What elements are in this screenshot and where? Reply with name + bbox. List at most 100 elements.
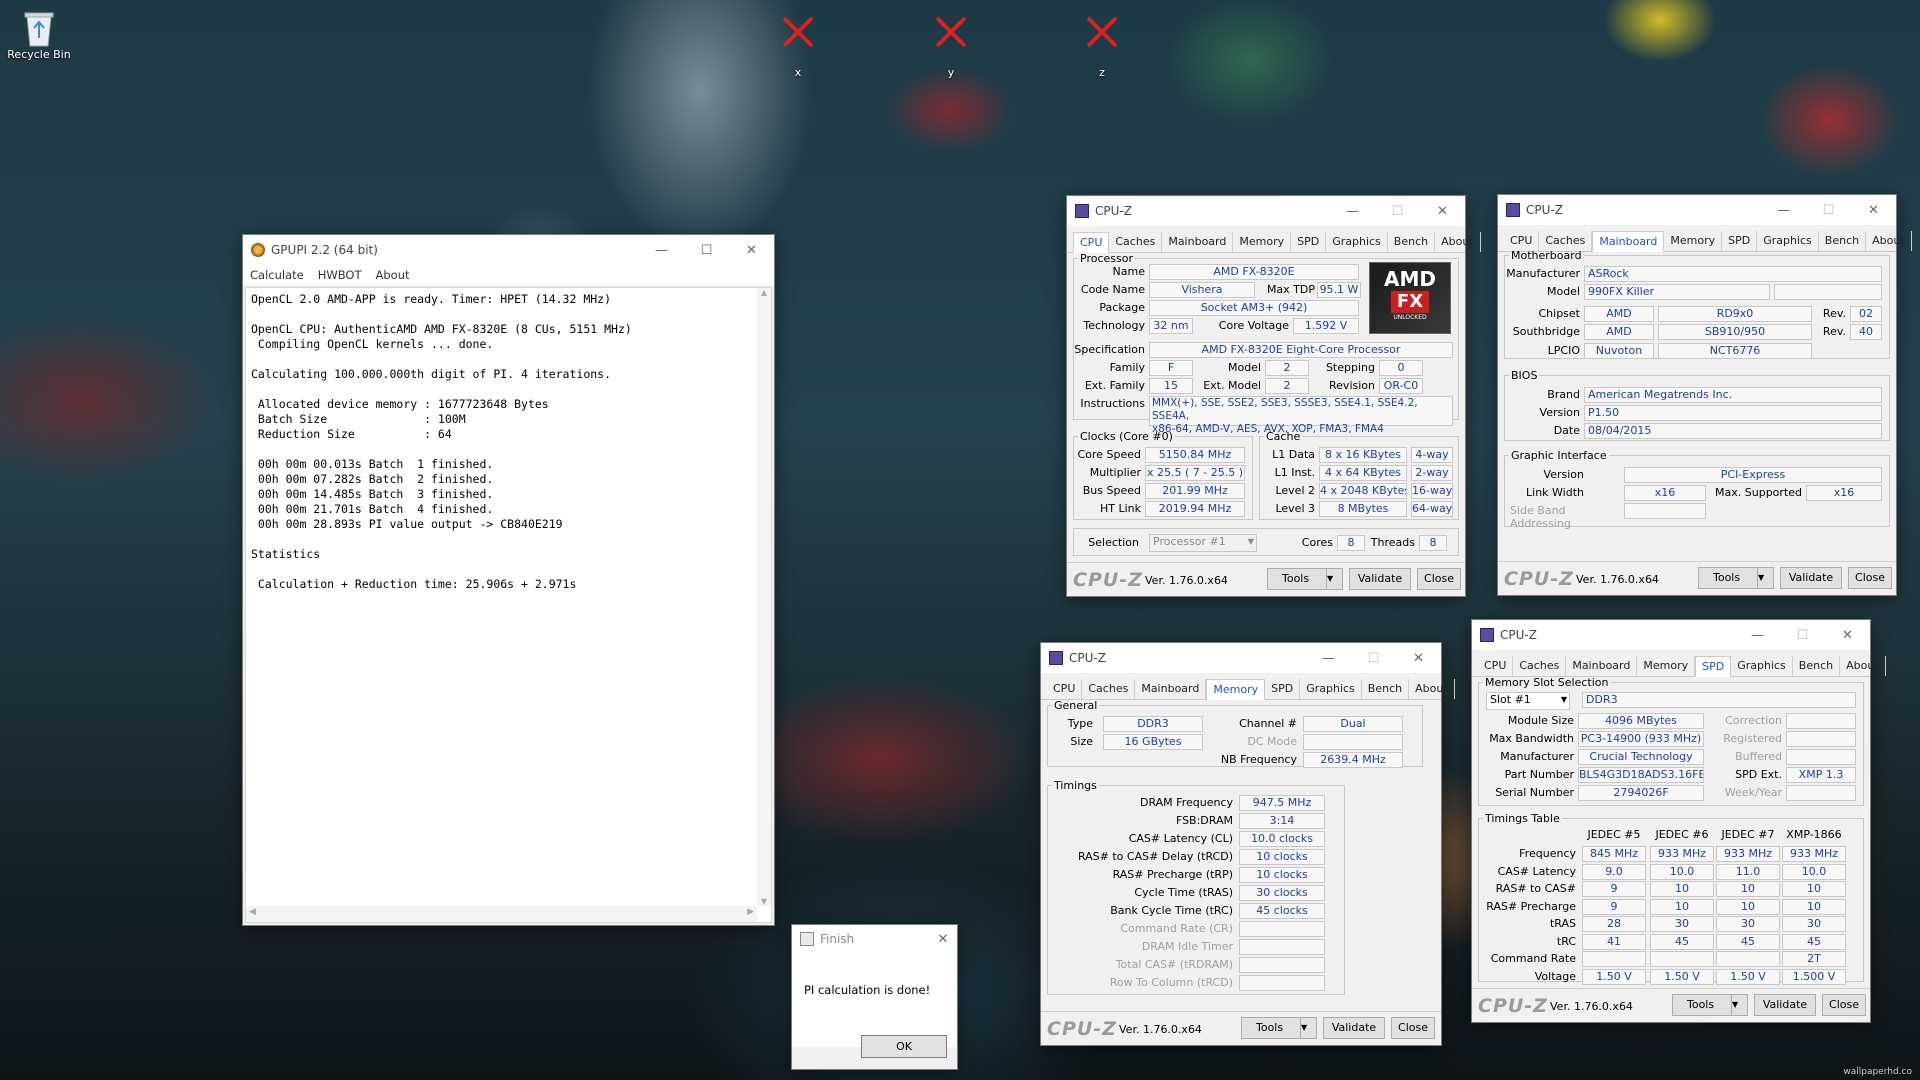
- timing-cell: 30: [1782, 916, 1846, 932]
- dialog-title: Finish: [820, 932, 855, 946]
- tab-memory[interactable]: Memory: [1637, 656, 1696, 676]
- tab-about[interactable]: About: [1840, 656, 1886, 676]
- chevron-down-icon[interactable]: ▼: [1300, 1018, 1316, 1038]
- tab-spd[interactable]: SPD: [1291, 232, 1327, 252]
- tab-cpu[interactable]: CPU: [1047, 679, 1083, 699]
- timing-cell: 933 MHz: [1650, 846, 1714, 862]
- tab-about[interactable]: About: [1435, 232, 1481, 252]
- extfamily-label: Ext. Family: [1084, 379, 1145, 392]
- menu-calculate[interactable]: Calculate: [250, 265, 304, 285]
- tab-bench[interactable]: Bench: [1819, 231, 1867, 251]
- cpuz-titlebar[interactable]: CPU-Z — ☐ ✕: [1472, 620, 1870, 650]
- tab-mainboard[interactable]: Mainboard: [1162, 232, 1234, 252]
- validate-button[interactable]: Validate: [1780, 567, 1842, 589]
- validate-button[interactable]: Validate: [1754, 994, 1816, 1016]
- tab-graphics[interactable]: Graphics: [1300, 679, 1362, 699]
- cpuz-titlebar[interactable]: CPU-Z — ☐ ✕: [1041, 643, 1441, 673]
- close-button[interactable]: ✕: [1420, 196, 1465, 226]
- close-button[interactable]: ✕: [729, 235, 774, 265]
- cpuz-titlebar[interactable]: CPU-Z — ☐ ✕: [1067, 196, 1465, 226]
- tab-memory[interactable]: Memory: [1206, 679, 1266, 700]
- scroll-left-icon[interactable]: ◀: [249, 907, 256, 917]
- gpupi-titlebar[interactable]: GPUPI 2.2 (64 bit) — ☐ ✕: [243, 235, 774, 265]
- chevron-down-icon[interactable]: ▼: [1731, 995, 1747, 1015]
- tab-bench[interactable]: Bench: [1793, 656, 1841, 676]
- tab-memory[interactable]: Memory: [1233, 232, 1292, 252]
- menu-hwbot[interactable]: HWBOT: [318, 265, 362, 285]
- minimize-button[interactable]: —: [1306, 643, 1351, 673]
- tab-about[interactable]: About: [1409, 679, 1455, 699]
- timing-value: 10 clocks: [1239, 867, 1325, 883]
- chevron-down-icon[interactable]: ▼: [1757, 568, 1773, 588]
- scroll-up-icon[interactable]: ▲: [757, 288, 771, 297]
- tab-caches[interactable]: Caches: [1109, 232, 1163, 252]
- scroll-down-icon[interactable]: ▼: [757, 897, 771, 906]
- tools-button[interactable]: Tools ▼: [1698, 567, 1774, 589]
- close-button[interactable]: ✕: [1851, 195, 1896, 225]
- tab-graphics[interactable]: Graphics: [1731, 656, 1793, 676]
- cpuz-titlebar[interactable]: CPU-Z — ☐ ✕: [1498, 195, 1896, 225]
- desktop-shortcut-z[interactable]: z: [1080, 12, 1124, 79]
- close-button[interactable]: ✕: [1825, 620, 1870, 650]
- finish-titlebar[interactable]: Finish ✕: [792, 925, 957, 953]
- chipset-rev-label: Rev.: [1822, 307, 1846, 320]
- close-button[interactable]: ✕: [1396, 643, 1441, 673]
- tab-mainboard[interactable]: Mainboard: [1566, 656, 1638, 676]
- tab-spd[interactable]: SPD: [1265, 679, 1301, 699]
- maximize-button[interactable]: ☐: [684, 235, 729, 265]
- tab-graphics[interactable]: Graphics: [1757, 231, 1819, 251]
- tab-cpu[interactable]: CPU: [1504, 231, 1540, 251]
- tab-caches[interactable]: Caches: [1513, 656, 1567, 676]
- ok-button[interactable]: OK: [861, 1035, 947, 1058]
- recycle-bin[interactable]: Recycle Bin: [4, 8, 74, 61]
- horizontal-scrollbar[interactable]: ◀ ▶: [246, 906, 757, 922]
- desktop-shortcut-y[interactable]: y: [929, 12, 973, 79]
- timing-label: Bank Cycle Time (tRC): [1110, 904, 1233, 917]
- close-button[interactable]: ✕: [929, 925, 957, 953]
- tab-cpu[interactable]: CPU: [1073, 232, 1110, 253]
- processor-select[interactable]: Processor #1 ▼: [1149, 534, 1257, 552]
- tab-spd[interactable]: SPD: [1722, 231, 1758, 251]
- tab-memory[interactable]: Memory: [1664, 231, 1723, 251]
- tab-graphics[interactable]: Graphics: [1326, 232, 1388, 252]
- desktop-shortcut-x[interactable]: x: [776, 12, 820, 79]
- tab-about[interactable]: About: [1866, 231, 1912, 251]
- minimize-button[interactable]: —: [1735, 620, 1780, 650]
- tab-mainboard[interactable]: Mainboard: [1135, 679, 1207, 699]
- tools-button[interactable]: Tools ▼: [1241, 1017, 1317, 1039]
- slot-select[interactable]: Slot #1 ▼: [1486, 692, 1570, 710]
- close-button[interactable]: Close: [1822, 994, 1866, 1016]
- close-button[interactable]: Close: [1391, 1017, 1435, 1039]
- shortcut-label: z: [1099, 66, 1105, 79]
- minimize-button[interactable]: —: [1761, 195, 1806, 225]
- menu-about[interactable]: About: [376, 265, 410, 285]
- chevron-down-icon[interactable]: ▼: [1326, 569, 1342, 589]
- tab-bench[interactable]: Bench: [1362, 679, 1410, 699]
- timing-cell: 10: [1716, 881, 1780, 897]
- validate-button[interactable]: Validate: [1349, 568, 1411, 590]
- chipset-vendor: AMD: [1584, 306, 1654, 322]
- minimize-button[interactable]: —: [639, 235, 684, 265]
- validate-button[interactable]: Validate: [1323, 1017, 1385, 1039]
- tab-caches[interactable]: Caches: [1539, 231, 1593, 251]
- tab-caches[interactable]: Caches: [1082, 679, 1136, 699]
- vertical-scrollbar[interactable]: ▲ ▼: [757, 288, 771, 906]
- tools-button[interactable]: Tools ▼: [1267, 568, 1343, 590]
- tools-button[interactable]: Tools ▼: [1672, 994, 1748, 1016]
- timing-label: Cycle Time (tRAS): [1134, 886, 1233, 899]
- tab-cpu[interactable]: CPU: [1478, 656, 1514, 676]
- minimize-button[interactable]: —: [1330, 196, 1375, 226]
- finish-dialog: Finish ✕ PI calculation is done! OK: [791, 924, 958, 1070]
- scroll-right-icon[interactable]: ▶: [747, 907, 754, 917]
- tab-spd[interactable]: SPD: [1695, 656, 1732, 677]
- revision-label: Revision: [1329, 379, 1375, 392]
- gpupi-output[interactable]: OpenCL 2.0 AMD-APP is ready. Timer: HPET…: [245, 287, 772, 923]
- tab-bench[interactable]: Bench: [1388, 232, 1436, 252]
- close-button[interactable]: Close: [1417, 568, 1461, 590]
- fx-logo-text: FX: [1390, 291, 1430, 313]
- close-button[interactable]: Close: [1848, 567, 1892, 589]
- output-log: OpenCL 2.0 AMD-APP is ready. Timer: HPET…: [251, 292, 755, 592]
- l2-assoc: 16-way: [1411, 483, 1453, 499]
- spdext-value: XMP 1.3: [1786, 767, 1856, 783]
